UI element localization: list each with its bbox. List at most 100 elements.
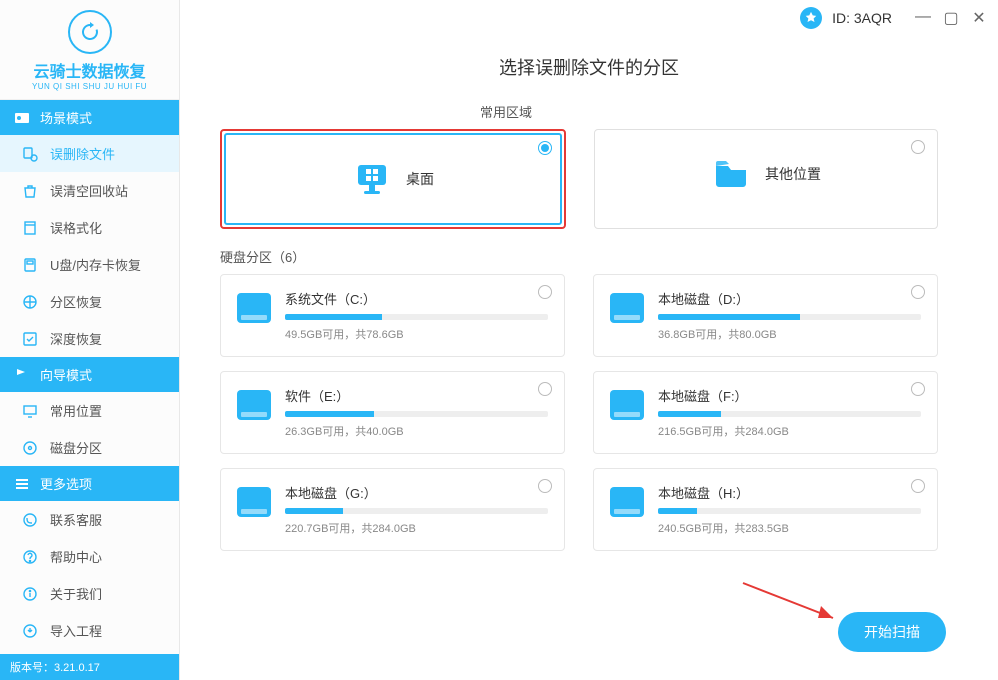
radio-desktop[interactable] [538, 141, 552, 155]
sidebar-item-label: 帮助中心 [50, 547, 102, 566]
disk-name: 系统文件（C:） [285, 289, 548, 308]
disk-detail: 220.7GB可用，共284.0GB [285, 520, 548, 536]
disk-detail: 240.5GB可用，共283.5GB [658, 520, 921, 536]
maximize-button[interactable]: ▢ [942, 8, 960, 28]
card-other-location[interactable]: 其他位置 [594, 129, 938, 229]
usb-icon [22, 257, 38, 273]
disk-info: 软件（E:） 26.3GB可用，共40.0GB [285, 386, 548, 439]
sidebar-item-disk-part[interactable]: 磁盘分区 [0, 429, 179, 466]
drive-icon [237, 293, 271, 323]
sidebar-item-about[interactable]: 关于我们 [0, 575, 179, 612]
disk-usage-bar [285, 508, 548, 514]
disk-detail: 36.8GB可用，共80.0GB [658, 326, 921, 342]
disk-detail: 216.5GB可用，共284.0GB [658, 423, 921, 439]
id-badge-icon [800, 7, 822, 29]
monitor-icon [22, 403, 38, 419]
content: 常用区域 桌面 其他位置 [180, 102, 998, 680]
radio-disk[interactable] [911, 285, 925, 299]
id-text: ID: 3AQR [832, 10, 892, 26]
logo-title: 云骑士数据恢复 [0, 58, 179, 82]
partition-icon [22, 294, 38, 310]
disk-info: 本地磁盘（G:） 220.7GB可用，共284.0GB [285, 483, 548, 536]
version-bar: 版本号：3.21.0.17 [0, 654, 179, 680]
menu-icon [14, 476, 30, 492]
disk-usage-bar [285, 411, 548, 417]
disk-icon [22, 440, 38, 456]
sidebar-item-help[interactable]: 帮助中心 [0, 538, 179, 575]
radio-other[interactable] [911, 140, 925, 154]
disk-info: 本地磁盘（D:） 36.8GB可用，共80.0GB [658, 289, 921, 342]
disk-usage-bar [658, 314, 921, 320]
disk-usage-bar [658, 508, 921, 514]
phone-icon [22, 512, 38, 528]
sidebar-item-label: 误清空回收站 [50, 181, 128, 200]
drive-icon [610, 293, 644, 323]
radio-disk[interactable] [911, 479, 925, 493]
sidebar: 云骑士数据恢复 YUN QI SHI SHU JU HUI FU 场景模式 误删… [0, 0, 180, 680]
card-desktop[interactable]: 桌面 [220, 129, 566, 229]
logo-subtitle: YUN QI SHI SHU JU HUI FU [0, 82, 179, 91]
drive-icon [610, 487, 644, 517]
window-controls: — ▢ ✕ [914, 8, 988, 28]
info-icon [22, 586, 38, 602]
disk-name: 本地磁盘（F:） [658, 386, 921, 405]
disk-grid: 系统文件（C:） 49.5GB可用，共78.6GB 本地磁盘（D:） 36.8G… [220, 274, 938, 551]
import-icon [22, 623, 38, 639]
radio-disk[interactable] [538, 382, 552, 396]
disk-card[interactable]: 本地磁盘（H:） 240.5GB可用，共283.5GB [593, 468, 938, 551]
radio-disk[interactable] [538, 479, 552, 493]
close-button[interactable]: ✕ [970, 8, 988, 28]
disk-card[interactable]: 本地磁盘（D:） 36.8GB可用，共80.0GB [593, 274, 938, 357]
sidebar-section-label: 更多选项 [40, 474, 92, 493]
sidebar-section-scene[interactable]: 场景模式 [0, 100, 179, 135]
titlebar: ID: 3AQR — ▢ ✕ [180, 0, 998, 36]
disk-info: 本地磁盘（F:） 216.5GB可用，共284.0GB [658, 386, 921, 439]
drive-icon [610, 390, 644, 420]
common-area-row: 桌面 其他位置 [220, 129, 938, 229]
sidebar-section-more[interactable]: 更多选项 [0, 466, 179, 501]
scene-icon [14, 110, 30, 126]
start-scan-button[interactable]: 开始扫描 [838, 612, 946, 652]
sidebar-item-deleted-files[interactable]: 误删除文件 [0, 135, 179, 172]
disk-card[interactable]: 本地磁盘（G:） 220.7GB可用，共284.0GB [220, 468, 565, 551]
disk-card[interactable]: 软件（E:） 26.3GB可用，共40.0GB [220, 371, 565, 454]
desktop-icon [352, 159, 392, 199]
sidebar-item-label: 误删除文件 [50, 144, 115, 163]
disk-name: 软件（E:） [285, 386, 548, 405]
card-other-label: 其他位置 [765, 164, 821, 184]
radio-disk[interactable] [911, 382, 925, 396]
card-desktop-label: 桌面 [406, 169, 434, 189]
disk-card[interactable]: 系统文件（C:） 49.5GB可用，共78.6GB [220, 274, 565, 357]
disk-card[interactable]: 本地磁盘（F:） 216.5GB可用，共284.0GB [593, 371, 938, 454]
disk-info: 系统文件（C:） 49.5GB可用，共78.6GB [285, 289, 548, 342]
disk-detail: 49.5GB可用，共78.6GB [285, 326, 548, 342]
flag-icon [14, 367, 30, 383]
main-area: ID: 3AQR — ▢ ✕ 选择误删除文件的分区 常用区域 桌面 [180, 0, 998, 680]
sidebar-item-deep[interactable]: 深度恢复 [0, 320, 179, 357]
page-title: 选择误删除文件的分区 [180, 54, 998, 80]
folder-icon [711, 154, 751, 194]
recycle-icon [22, 183, 38, 199]
sidebar-item-partition[interactable]: 分区恢复 [0, 283, 179, 320]
sidebar-item-support[interactable]: 联系客服 [0, 501, 179, 538]
disk-usage-bar [285, 314, 548, 320]
sidebar-section-wizard[interactable]: 向导模式 [0, 357, 179, 392]
sidebar-item-label: 联系客服 [50, 510, 102, 529]
sidebar-item-format[interactable]: 误格式化 [0, 209, 179, 246]
disk-detail: 26.3GB可用，共40.0GB [285, 423, 548, 439]
disk-name: 本地磁盘（H:） [658, 483, 921, 502]
logo-icon [68, 10, 112, 54]
sidebar-item-import[interactable]: 导入工程 [0, 612, 179, 649]
sidebar-section-label: 场景模式 [40, 108, 92, 127]
sidebar-item-recycle[interactable]: 误清空回收站 [0, 172, 179, 209]
sidebar-item-label: 误格式化 [50, 218, 102, 237]
drive-icon [237, 390, 271, 420]
sidebar-item-usb[interactable]: U盘/内存卡恢复 [0, 246, 179, 283]
sidebar-item-label: 关于我们 [50, 584, 102, 603]
sidebar-item-common-loc[interactable]: 常用位置 [0, 392, 179, 429]
disk-partition-label: 硬盘分区（6） [220, 247, 938, 266]
sidebar-item-label: 导入工程 [50, 621, 102, 640]
sidebar-section-label: 向导模式 [40, 365, 92, 384]
minimize-button[interactable]: — [914, 8, 932, 28]
radio-disk[interactable] [538, 285, 552, 299]
